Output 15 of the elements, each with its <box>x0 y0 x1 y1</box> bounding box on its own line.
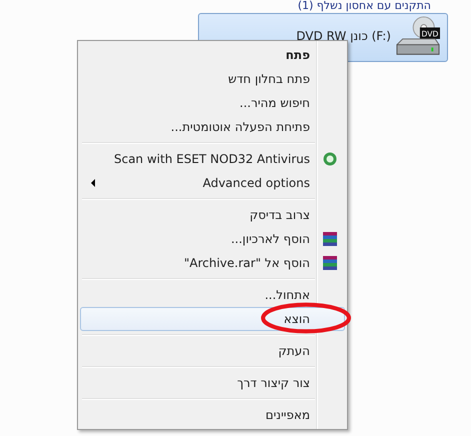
section-header: התקנים עם אחסון נשלף (1) <box>298 0 431 12</box>
menu-item[interactable]: צרוב בדיסק <box>80 203 345 227</box>
menu-item[interactable]: פתח בחלון חדש <box>80 67 345 91</box>
menu-item[interactable]: העתק <box>80 339 345 363</box>
drive-label: DVD RW כונן (F:) <box>296 29 391 43</box>
menu-item[interactable]: מאפיינים <box>80 403 345 427</box>
menu-item[interactable]: אתחול... <box>80 283 345 307</box>
menu-item[interactable]: הוצא <box>80 307 345 331</box>
menu-item[interactable]: צור קיצור דרך <box>80 371 345 395</box>
menu-item[interactable]: הוסף לארכיון... <box>80 227 345 251</box>
menu-item[interactable]: פתיחת הפעלה אוטומטית... <box>80 115 345 139</box>
menu-item[interactable]: Scan with ESET NOD32 Antivirus <box>80 147 345 171</box>
menu-item[interactable]: הוסף אל "Archive.rar" <box>80 251 345 275</box>
menu-item[interactable]: חיפוש מהיר... <box>80 91 345 115</box>
menu-item[interactable]: Advanced options <box>80 171 345 195</box>
